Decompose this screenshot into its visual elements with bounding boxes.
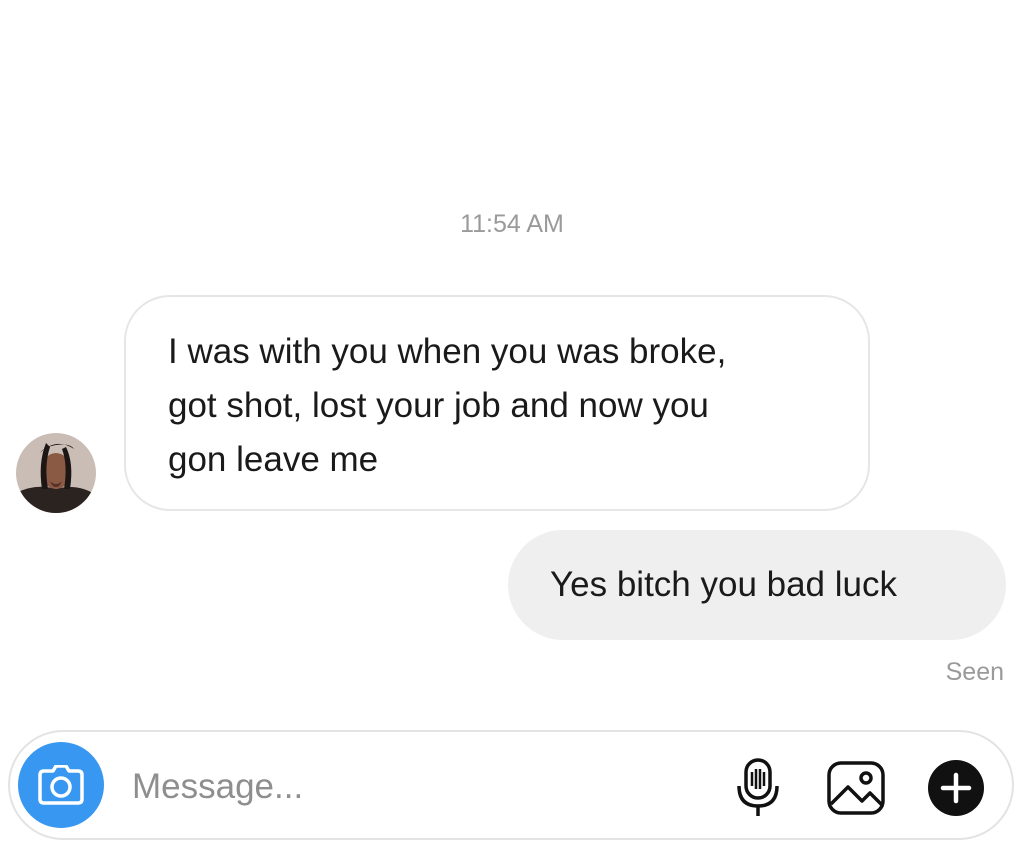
camera-button[interactable] <box>18 742 104 828</box>
message-timestamp: 11:54 AM <box>460 210 564 238</box>
outgoing-message-bubble[interactable]: Yes bitch you bad luck <box>508 530 1006 640</box>
add-content-button[interactable] <box>924 756 988 820</box>
microphone-icon <box>737 758 779 816</box>
message-text-line: gon leave me <box>168 440 379 479</box>
message-composer <box>8 730 1014 840</box>
message-input[interactable] <box>132 762 692 812</box>
message-text-line: got shot, lost your job and now you <box>168 386 709 425</box>
plus-icon <box>928 760 984 816</box>
avatar-image <box>16 433 96 513</box>
avatar[interactable] <box>16 433 96 513</box>
voice-message-button[interactable] <box>726 756 790 820</box>
gallery-button[interactable] <box>824 756 888 820</box>
message-text-line: I was with you when you was broke, <box>168 332 727 371</box>
message-text: Yes bitch you bad luck <box>550 565 897 604</box>
chat-screen: 11:54 AM I was with you when you was bro… <box>0 0 1024 848</box>
gallery-icon <box>827 761 885 815</box>
seen-status: Seen <box>945 658 1004 686</box>
incoming-message-bubble[interactable]: I was with you when you was broke, got s… <box>124 295 870 511</box>
camera-icon <box>38 765 84 805</box>
